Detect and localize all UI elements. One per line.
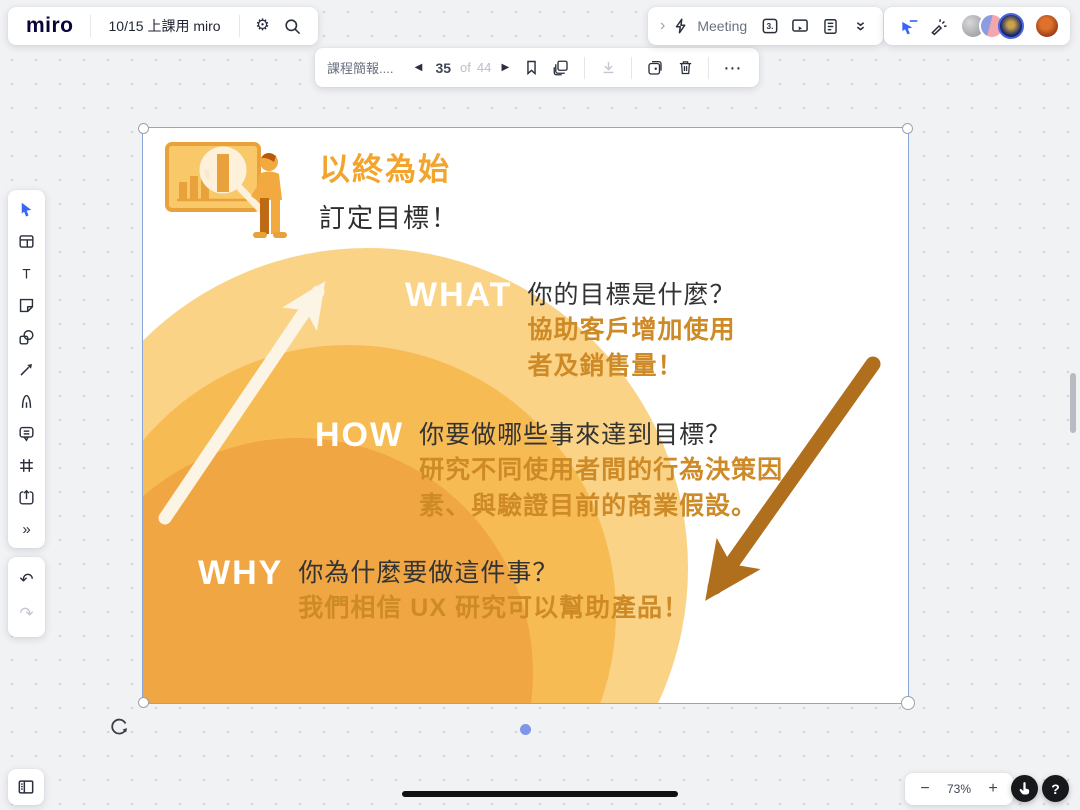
section-what: WHAT 你的目標是什麼？ 協助客戶增加使用 者及銷售量！ (405, 278, 735, 384)
frame-handle-bottom-right[interactable] (901, 696, 915, 710)
divider (239, 15, 240, 37)
history-panel: ↶ ↷ (8, 557, 45, 637)
answer-how-line1: 研究不同使用者間的行為決策因 (419, 452, 783, 488)
select-tool-icon[interactable] (11, 193, 42, 225)
search-icon[interactable] (278, 11, 308, 41)
sticky-note-tool-icon[interactable] (11, 289, 42, 321)
slide-subtitle: 訂定目標！ (319, 198, 459, 235)
frame-name-label[interactable]: 課程簡報.... (327, 58, 393, 77)
undo-icon[interactable]: ↶ (11, 563, 42, 597)
trash-icon[interactable] (670, 53, 700, 83)
svg-text:T: T (22, 266, 30, 281)
keyword-how: HOW (315, 418, 404, 452)
vertical-scrollbar[interactable] (1070, 373, 1076, 433)
rotate-handle-icon[interactable] (108, 714, 132, 738)
answer-why-line1: 我們相信 UX 研究可以幫助產品！ (298, 590, 689, 626)
question-why: 你為什麼要做這件事？ (298, 556, 689, 590)
chart-analysis-illustration (161, 136, 301, 248)
settings-gear-icon[interactable]: ⚙ (248, 11, 278, 41)
comment-tool-icon[interactable] (11, 417, 42, 449)
collaboration-panel (884, 7, 1070, 45)
energy-bolt-icon[interactable] (669, 11, 693, 41)
keyword-why: WHY (198, 556, 283, 590)
next-frame-button[interactable]: ▶ (494, 53, 516, 83)
download-icon (593, 53, 623, 83)
collapse-chevron-icon[interactable]: › (656, 17, 669, 35)
collaborator-avatar-3[interactable] (998, 13, 1024, 39)
presentation-icon[interactable] (785, 11, 815, 41)
answer-how-line2: 素、與驗證目前的商業假設。 (419, 488, 783, 524)
answer-what-line2: 者及銷售量！ (527, 348, 735, 384)
help-button[interactable]: ? (1042, 775, 1069, 802)
upload-tool-icon[interactable] (11, 481, 42, 513)
interactive-mode-button[interactable] (1011, 775, 1038, 802)
divider (584, 57, 585, 79)
frame-toolbar: 課程簡報.... ◀ 35 of 44 ▶ ⋯ (315, 48, 759, 87)
board-title[interactable]: 10/15 上課用 miro (99, 16, 231, 36)
pen-tool-icon[interactable] (11, 385, 42, 417)
redo-icon: ↷ (11, 597, 42, 631)
app-header-left: miro 10/15 上課用 miro ⚙ (8, 7, 318, 45)
more-options-icon[interactable]: ⋯ (717, 53, 747, 83)
zoom-in-button[interactable]: + (981, 780, 1005, 798)
of-label: of (460, 60, 471, 75)
frame-handle-top-right[interactable] (902, 123, 913, 134)
question-what: 你的目標是什麼？ (527, 278, 735, 312)
slide-title-block: 以終為始 訂定目標！ (319, 144, 459, 235)
connector-tool-icon[interactable] (11, 353, 42, 385)
laser-pointer-icon[interactable] (924, 11, 954, 41)
total-frames: 44 (477, 60, 491, 75)
slide-title: 以終為始 (319, 144, 459, 189)
section-how: HOW 你要做哪些事來達到目標？ 研究不同使用者間的行為決策因 素、與驗證目前的… (315, 418, 783, 524)
pages-stack-icon[interactable] (546, 53, 576, 83)
meeting-panel: › Meeting 3. (648, 7, 883, 45)
text-tool-icon[interactable]: T (11, 257, 42, 289)
bookmark-icon[interactable] (516, 53, 546, 83)
current-frame-number: 35 (435, 60, 451, 76)
creation-toolbar: T » (8, 190, 45, 548)
divider (708, 57, 709, 79)
zoom-out-button[interactable]: − (913, 780, 937, 798)
more-tools-icon[interactable]: » (11, 513, 42, 545)
frame-tool-icon[interactable] (11, 449, 42, 481)
frames-list-toggle[interactable] (8, 769, 44, 805)
shapes-tool-icon[interactable] (11, 321, 42, 353)
calendar-badge-icon[interactable]: 3. (755, 11, 785, 41)
current-user-avatar[interactable] (1034, 13, 1060, 39)
notes-icon[interactable] (815, 11, 845, 41)
divider (90, 15, 91, 37)
frame-anchor-dot[interactable] (520, 724, 531, 735)
follow-cursor-icon[interactable] (894, 11, 924, 41)
templates-tool-icon[interactable] (11, 225, 42, 257)
prev-frame-button[interactable]: ◀ (407, 53, 429, 83)
zoom-controls: − 73% + (905, 773, 1013, 805)
svg-text:3.: 3. (767, 21, 774, 31)
frame-handle-top-left[interactable] (138, 123, 149, 134)
question-how: 你要做哪些事來達到目標？ (419, 418, 783, 452)
zoom-level[interactable]: 73% (947, 782, 971, 796)
meeting-label[interactable]: Meeting (697, 18, 747, 34)
miro-logo[interactable]: miro (18, 14, 82, 38)
home-indicator-bar (402, 791, 678, 797)
double-chevron-down-icon[interactable] (845, 11, 875, 41)
frame-handle-bottom-left[interactable] (138, 697, 149, 708)
section-why: WHY 你為什麼要做這件事？ 我們相信 UX 研究可以幫助產品！ (198, 556, 689, 626)
duplicate-icon[interactable] (640, 53, 670, 83)
answer-what-line1: 協助客戶增加使用 (527, 312, 735, 348)
slide-frame[interactable]: 以終為始 訂定目標！ WHAT 你的目標是什麼？ 協助客戶增加使用 者及銷售量！… (143, 128, 908, 703)
divider (631, 57, 632, 79)
keyword-what: WHAT (405, 278, 512, 312)
miro-app: { "app": { "logo": "miro", "board_title"… (0, 0, 1080, 810)
